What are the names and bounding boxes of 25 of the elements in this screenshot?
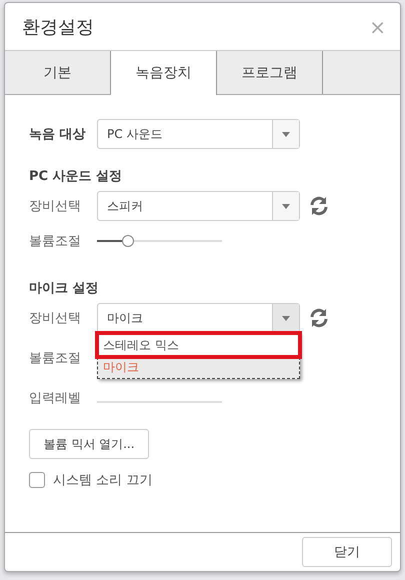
volume-mixer-button[interactable]: 볼륨 믹서 열기...	[29, 429, 149, 459]
refresh-icon[interactable]	[308, 195, 330, 217]
tab[interactable]: 녹음장치	[111, 51, 217, 95]
field-label: 장비선택	[29, 310, 82, 327]
caret-icon	[282, 132, 290, 136]
checkbox-label: 시스템 소리 끄기	[53, 472, 152, 489]
dropdown-option[interactable]: 스테레오 믹스	[98, 334, 299, 356]
caret-icon	[282, 204, 290, 208]
field-label: 장비선택	[29, 198, 82, 215]
field-label: 볼륨조절	[29, 233, 82, 250]
tab[interactable]: 프로그램	[217, 51, 323, 94]
close-dialog-button[interactable]: 닫기	[302, 537, 392, 567]
field-label: 볼륨조절	[29, 350, 82, 367]
dropdown[interactable]: 스피커	[97, 191, 300, 221]
refresh-icon[interactable]	[308, 307, 330, 329]
checkbox[interactable]	[29, 472, 45, 488]
field-label: 녹음 대상	[29, 126, 87, 143]
section-heading: 마이크 설정	[29, 280, 100, 297]
tab[interactable]: 기본	[5, 51, 111, 94]
window-title: 환경설정	[22, 16, 94, 38]
dropdown[interactable]: PC 사운드	[97, 119, 300, 149]
caret-icon	[282, 316, 290, 320]
section-heading: PC 사운드 설정	[29, 168, 124, 185]
field-label: 입력레벨	[29, 390, 82, 407]
volume-slider[interactable]	[97, 234, 222, 248]
